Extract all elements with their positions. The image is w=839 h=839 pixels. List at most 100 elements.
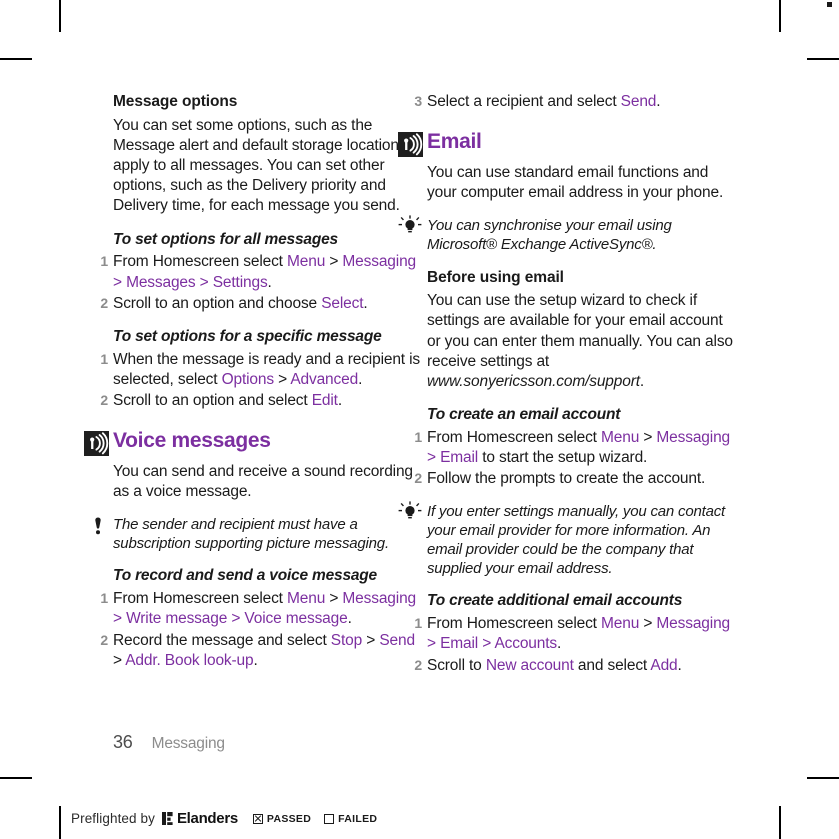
ui-term-edit: Edit [311,391,338,409]
step-sep-c: > [113,651,126,669]
voice-messages-body: You can send and receive a sound recordi… [113,463,413,501]
section-heading-email: Email [398,130,735,158]
ui-term-messaging: Messaging [656,615,731,633]
step-item: Select a recipient and select Send. [409,92,735,112]
ui-term-messaging: Messaging [656,428,731,446]
preflight-stamp: Preflighted by Elanders PASSED FAILED [62,810,377,827]
checkbox-unchecked-icon [324,813,335,824]
ui-term-settings: Settings [212,273,268,291]
step-period-b: . [337,391,342,409]
email-body: You can use standard email functions and… [427,164,724,202]
step-sep-b: > [639,615,657,633]
step-item: From Homescreen select Menu > Messaging … [95,589,421,629]
step-item: From Homescreen select Menu > Messaging … [95,252,421,292]
tip-text: If you enter settings manually, you can … [427,503,725,578]
step-item: When the message is ready and a recipien… [95,350,421,390]
step-item: From Homescreen select Menu > Messaging … [409,428,735,468]
page-number: 36 [113,732,133,752]
ui-term-accounts: Accounts [494,635,557,653]
steps-create-email-account: From Homescreen select Menu > Messaging … [409,428,735,489]
task-heading-set-options-specific: To set options for a specific message [113,327,382,345]
step-period-e: . [267,273,272,291]
step-text-a: From Homescreen select [113,253,287,271]
elanders-mark-icon [161,812,173,825]
step-sep-c: > [427,449,441,467]
section-title-voice-messages: Voice messages [113,429,271,453]
ui-term-email: Email [440,635,479,653]
step-period-e: . [347,610,352,628]
ui-term-menu: Menu [287,590,326,608]
ui-term-stop: Stop [330,631,363,649]
ui-term-messaging: Messaging [342,590,417,608]
step-sep-d: > [227,610,245,628]
task-heading-create-email-account: To create an email account [427,406,621,424]
steps-set-options-specific: When the message is ready and a recipien… [95,350,421,411]
step-sep-b: > [639,428,657,446]
step-item: Record the message and select Stop > Sen… [95,631,421,671]
note-callout-voice-messages: The sender and recipient must have a sub… [95,515,421,553]
note-exclamation-icon [88,516,108,536]
step-item: Scroll to New account and select Add. [409,656,735,676]
step-text-d: to start the setup wizard. [478,449,648,467]
ui-term-email: Email [440,449,479,467]
elanders-wordmark: Elanders [176,810,238,827]
step-period-e: . [557,635,562,653]
task-heading-additional-email-accounts: To create additional email accounts [427,592,683,610]
step-item: From Homescreen select Menu > Messaging … [409,614,735,654]
step-sep-b: > [325,253,343,271]
ui-term-messages: Messages [126,273,196,291]
step-text-a: Select a recipient and select [427,93,621,110]
step-text-b: and select [573,656,651,674]
lightbulb-tip-icon [398,215,422,237]
section-title-email: Email [427,130,482,154]
ui-term-advanced: Advanced [290,370,359,388]
message-options-heading: Message options [113,93,238,110]
ui-term-new-account: New account [485,656,574,674]
ui-term-send: Send [620,93,657,110]
preflight-failed: FAILED [324,813,377,825]
step-text-a: Scroll to an option and choose [113,294,322,312]
before-using-email-body: You can use the setup wizard to check if… [427,291,735,392]
step-item: Scroll to an option and select Edit. [95,391,421,411]
ui-term-write-message: Write message [126,610,228,628]
step-sep-b: > [273,370,291,388]
preflight-passed-label: PASSED [266,812,312,825]
step-text-a: Scroll to an option and select [113,391,312,409]
step-sep-b: > [325,590,343,608]
ui-term-voice-message: Voice message [244,610,348,628]
tip-text: You can synchronise your email using Mic… [427,217,672,254]
step-text-a: From Homescreen select [113,590,287,608]
tip-callout-manual-settings: If you enter settings manually, you can … [398,501,735,578]
preflight-failed-label: FAILED [338,812,378,825]
step-sep-c: > [427,635,441,653]
steps-continued-send: Select a recipient and select Send. [409,92,735,112]
task-heading-set-options-all: To set options for all messages [113,230,338,248]
step-item: Scroll to an option and choose Select. [95,294,421,314]
task-heading-record-voice: To record and send a voice message [113,567,377,585]
before-using-email-text-a: You can use the setup wizard to check if… [427,292,733,370]
ui-term-menu: Menu [287,253,326,271]
ui-term-options: Options [221,370,275,388]
note-text: The sender and recipient must have a sub… [113,516,389,553]
lightbulb-tip-icon [398,501,422,523]
step-period-c: . [358,370,363,388]
tip-callout-sync-email: You can synchronise your email using Mic… [398,215,735,254]
steps-record-voice: From Homescreen select Menu > Messaging … [95,589,421,671]
steps-set-options-all: From Homescreen select Menu > Messaging … [95,252,421,314]
broadcast-icon [84,431,109,457]
elanders-logo: Elanders [161,810,238,827]
step-sep-d: > [478,635,495,653]
step-sep-c: > [113,273,127,291]
section-heading-voice-messages: Voice messages [84,429,421,457]
step-text-a: From Homescreen select [427,615,601,633]
manual-page: Message options You can set some options… [0,0,839,839]
steps-additional-email-accounts: From Homescreen select Menu > Messaging … [409,614,735,676]
step-period-b: . [656,93,661,110]
left-column: Message options You can set some options… [84,92,421,684]
ui-term-menu: Menu [601,615,640,633]
step-sep-b: > [362,631,380,649]
support-url: www.sonyericsson.com/support [427,372,640,390]
ui-term-add: Add [650,656,678,674]
preflight-label: Preflighted by [71,811,155,826]
message-options-body: You can set some options, such as the Me… [113,116,420,215]
